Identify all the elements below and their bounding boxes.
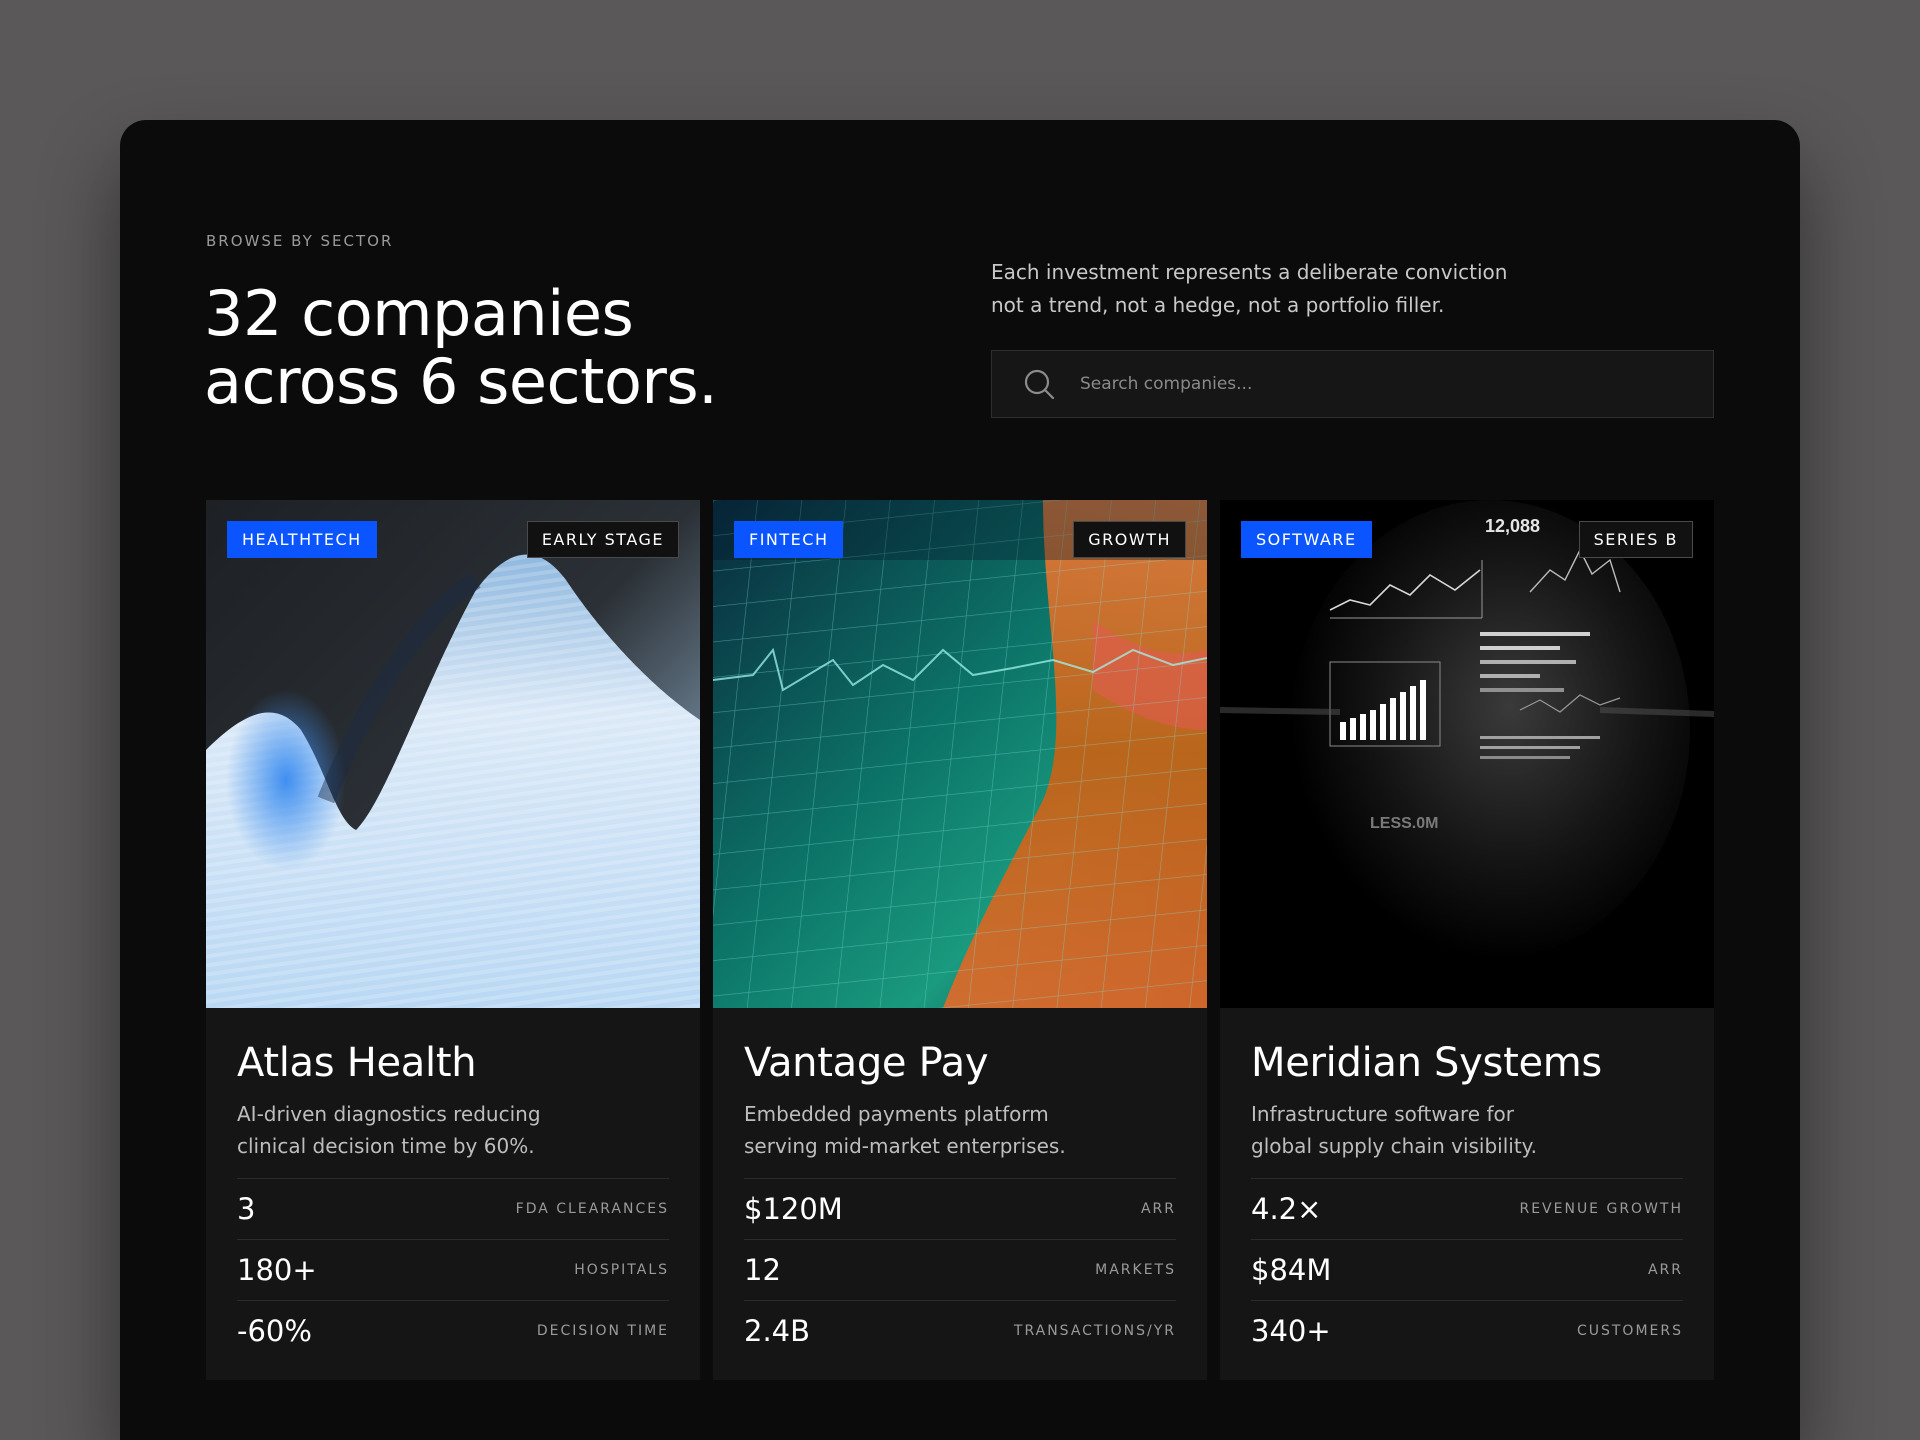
search-input[interactable] — [1080, 351, 1713, 417]
metric-value: -60% — [237, 1314, 312, 1348]
description-line-1: Embedded payments platform — [744, 1102, 1049, 1126]
company-name[interactable]: Meridian Systems — [1251, 1038, 1683, 1088]
metric-row: -60% DECISION TIME — [237, 1300, 669, 1361]
metric-row: $120M ARR — [744, 1178, 1176, 1239]
metric-label: CUSTOMERS — [1576, 1323, 1683, 1339]
metric-value: 3 — [237, 1192, 256, 1226]
company-card-meridian-systems[interactable]: 12,088 LESS.0M SOFTWARE SERIES B Meridia… — [1220, 500, 1714, 1380]
intro-line-1: Each investment represents a deliberate … — [991, 260, 1508, 284]
description-line-2: clinical decision time by 60%. — [237, 1134, 535, 1158]
fintech-abstract-image — [713, 500, 1207, 1008]
card-body: Meridian Systems Infrastructure software… — [1220, 1008, 1714, 1361]
description-line-1: Infrastructure software for — [1251, 1102, 1514, 1126]
intro-text: Each investment represents a deliberate … — [991, 256, 1551, 322]
metric-row: 12 MARKETS — [744, 1239, 1176, 1300]
image-label-figure: 12,088 — [1485, 516, 1540, 536]
sector-browser-panel: BROWSE BY SECTOR 32 companies across 6 s… — [120, 120, 1800, 1440]
metric-row: 2.4B TRANSACTIONS/YR — [744, 1300, 1176, 1361]
sector-tag[interactable]: FINTECH — [734, 521, 844, 558]
intro-line-2: not a trend, not a hedge, not a portfoli… — [991, 293, 1445, 317]
metric-label: ARR — [1647, 1262, 1683, 1278]
metric-label: REVENUE GROWTH — [1519, 1201, 1683, 1217]
sector-tag[interactable]: HEALTHTECH — [227, 521, 377, 558]
metric-row: 340+ CUSTOMERS — [1251, 1300, 1683, 1361]
metric-value: 4.2× — [1251, 1192, 1322, 1226]
metric-label: HOSPITALS — [574, 1262, 669, 1278]
metric-label: TRANSACTIONS/YR — [1013, 1323, 1176, 1339]
metrics-list: 3 FDA CLEARANCES 180+ HOSPITALS -60% DEC… — [237, 1178, 669, 1361]
metric-value: 12 — [744, 1253, 781, 1287]
page-title-line-1: 32 companies — [204, 277, 634, 350]
metric-label: MARKETS — [1095, 1262, 1176, 1278]
card-image-software: 12,088 LESS.0M SOFTWARE SERIES B — [1220, 500, 1714, 1008]
search-bar[interactable] — [991, 350, 1714, 418]
card-body: Atlas Health AI-driven diagnostics reduc… — [206, 1008, 700, 1361]
description-line-2: serving mid-market enterprises. — [744, 1134, 1066, 1158]
metrics-list: 4.2× REVENUE GROWTH $84M ARR 340+ CUSTOM… — [1251, 1178, 1683, 1361]
section-eyebrow: BROWSE BY SECTOR — [206, 232, 394, 250]
company-description: Infrastructure software for global suppl… — [1251, 1098, 1683, 1162]
metric-value: 340+ — [1251, 1314, 1331, 1348]
metric-row: 4.2× REVENUE GROWTH — [1251, 1178, 1683, 1239]
stage-tag: SERIES B — [1578, 521, 1693, 558]
image-label-caption: LESS.0M — [1370, 815, 1438, 832]
company-name[interactable]: Vantage Pay — [744, 1038, 1176, 1088]
healthtech-abstract-image — [206, 500, 700, 1008]
search-icon — [1024, 369, 1055, 400]
metric-value: 2.4B — [744, 1314, 811, 1348]
metric-row: 3 FDA CLEARANCES — [237, 1178, 669, 1239]
company-card-vantage-pay[interactable]: FINTECH GROWTH Vantage Pay Embedded paym… — [713, 500, 1207, 1380]
company-description: Embedded payments platform serving mid-m… — [744, 1098, 1176, 1162]
card-image-healthtech: HEALTHTECH EARLY STAGE — [206, 500, 700, 1008]
stage-tag: GROWTH — [1073, 521, 1186, 558]
metric-value: $120M — [744, 1192, 843, 1226]
description-line-1: AI-driven diagnostics reducing — [237, 1102, 541, 1126]
page-title-line-2: across 6 sectors. — [204, 345, 718, 418]
company-name[interactable]: Atlas Health — [237, 1038, 669, 1088]
metric-value: 180+ — [237, 1253, 317, 1287]
metric-label: FDA CLEARANCES — [515, 1201, 669, 1217]
metric-row: 180+ HOSPITALS — [237, 1239, 669, 1300]
company-description: AI-driven diagnostics reducing clinical … — [237, 1098, 669, 1162]
company-card-atlas-health[interactable]: HEALTHTECH EARLY STAGE Atlas Health AI-d… — [206, 500, 700, 1380]
metrics-list: $120M ARR 12 MARKETS 2.4B TRANSACTIONS/Y… — [744, 1178, 1176, 1361]
metric-label: DECISION TIME — [536, 1323, 669, 1339]
metric-label: ARR — [1140, 1201, 1176, 1217]
metric-value: $84M — [1251, 1253, 1332, 1287]
card-body: Vantage Pay Embedded payments platform s… — [713, 1008, 1207, 1361]
sector-tag[interactable]: SOFTWARE — [1241, 521, 1372, 558]
company-card-grid: HEALTHTECH EARLY STAGE Atlas Health AI-d… — [206, 500, 1714, 1380]
page-title: 32 companies across 6 sectors. — [204, 277, 718, 418]
description-line-2: global supply chain visibility. — [1251, 1134, 1538, 1158]
stage-tag: EARLY STAGE — [526, 521, 679, 558]
software-dashboard-image: 12,088 LESS.0M — [1220, 500, 1714, 1008]
metric-row: $84M ARR — [1251, 1239, 1683, 1300]
card-image-fintech: FINTECH GROWTH — [713, 500, 1207, 1008]
